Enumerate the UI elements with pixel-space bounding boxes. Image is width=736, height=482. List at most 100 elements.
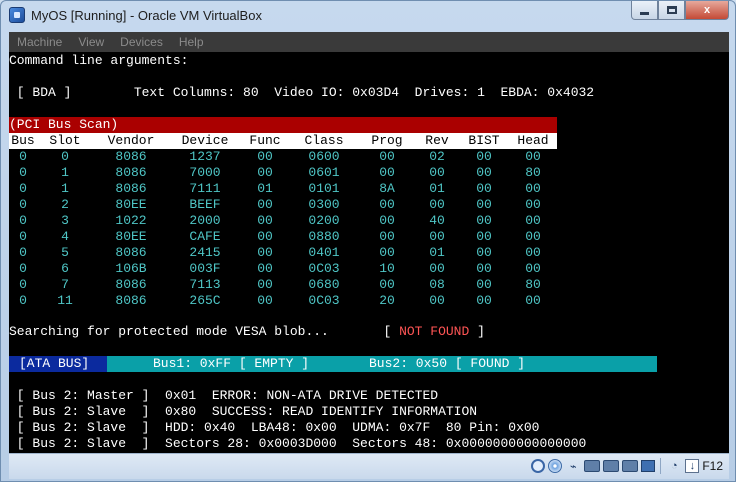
display-icon[interactable] [603,460,620,472]
ata-bus1-status: Bus1: 0xFF [ EMPTY ] [153,356,310,371]
pci-cell: 0680 [308,277,340,292]
vesa-search-line: Searching for protected mode VESA blob..… [9,324,485,340]
pci-cell: 00 [429,293,445,308]
pci-cell: 00 [525,245,541,260]
host-key-arrow-icon[interactable]: ↓ [685,459,700,473]
pci-cell: 80 [525,277,541,292]
vesa-search-text: Searching for protected mode VESA blob..… [9,324,400,339]
pci-cell: 6 [61,261,69,276]
bda-line: [ BDA ] Text Columns: 80 Video IO: 0x03D… [9,85,595,100]
network-icon[interactable] [641,460,656,472]
table-row: 0 11 8086 265C 00 0C03 20 00 00 00 [9,293,557,309]
shared-folders-icon[interactable] [584,460,601,472]
menu-machine[interactable]: Machine [17,35,62,49]
pci-cell: 0101 [308,181,340,196]
pci-cell: 01 [429,181,445,196]
pci-header-row: Bus Slot Vendor Device Func Class Prog R… [9,133,557,149]
pci-cell: 0401 [308,245,340,260]
pci-cell: 00 [379,277,395,292]
ata-bus2-status: Bus2: 0x50 [ FOUND ] [369,356,526,371]
pci-cell: 00 [379,245,395,260]
pci-cell: 00 [257,277,273,292]
menu-help[interactable]: Help [179,35,204,49]
pci-col-class: Class [304,133,344,148]
pci-cell: 11 [57,293,73,308]
pci-cell: 00 [257,261,273,276]
pci-cell: 003F [189,261,221,276]
pci-cell: 80 [525,165,541,180]
minimize-button[interactable] [631,1,658,20]
pci-cell: 00 [257,149,273,164]
pci-cell: 00 [429,229,445,244]
pci-cell: 0 [19,197,27,212]
mouse-integration-icon[interactable]: ◔ [666,458,682,474]
pci-cell: 8A [379,181,395,196]
pci-cell: 265C [189,293,221,308]
pci-cell: 02 [429,149,445,164]
pci-cell: 0 [61,149,69,164]
pci-col-prog: Prog [371,133,403,148]
pci-cell: 00 [257,165,273,180]
pci-cell: 00 [476,181,492,196]
drive-line: [ Bus 2: Slave ] HDD: 0x40 LBA48: 0x00 U… [9,420,540,435]
pci-cell: 0880 [308,229,340,244]
window-controls: x [631,1,729,21]
pci-cell: 00 [525,149,541,164]
pci-cell: 00 [257,213,273,228]
pci-cell: 10 [379,261,395,276]
pci-col-device: Device [181,133,229,148]
pci-cell: 00 [476,197,492,212]
video-capture-icon[interactable] [622,460,639,472]
pci-col-bist: BIST [468,133,500,148]
table-row: 0 4 80EE CAFE 00 0880 00 00 00 00 [9,229,557,245]
menu-bar: Machine View Devices Help [9,32,729,52]
maximize-button[interactable] [658,1,685,20]
pci-cell: 0C03 [308,293,340,308]
pci-scan-title: (PCI Bus Scan) [9,117,119,132]
pci-cell: 00 [476,165,492,180]
pci-cell: 1 [61,165,69,180]
pci-cell: 0 [19,213,27,228]
pci-table: Bus Slot Vendor Device Func Class Prog R… [9,133,557,309]
close-button[interactable]: x [685,1,729,20]
pci-cell: 8086 [115,277,147,292]
pci-cell: 00 [525,229,541,244]
pci-cell: 00 [429,261,445,276]
pci-cell: 8086 [115,245,147,260]
hard-disk-icon[interactable] [531,459,546,473]
pci-cell: 00 [525,261,541,276]
pci-cell: 00 [525,213,541,228]
minimize-icon [640,11,649,15]
pci-cell: 2000 [189,213,221,228]
pci-col-slot: Slot [49,133,81,148]
table-row: 0 6 106B 003F 00 0C03 10 00 00 00 [9,261,557,277]
title-bar[interactable]: MyOS [Running] - Oracle VM VirtualBox x [1,1,735,31]
pci-cell: 3 [61,213,69,228]
pci-cell: 08 [429,277,445,292]
pci-cell: CAFE [189,229,221,244]
table-row: 0 5 8086 2415 00 0401 00 01 00 00 [9,245,557,261]
usb-icon[interactable]: ⌁ [565,458,581,474]
pci-cell: 8086 [115,165,147,180]
pci-cell: 01 [257,181,273,196]
pci-cell: 00 [525,197,541,212]
pci-cell: 0 [19,293,27,308]
menu-view[interactable]: View [78,35,104,49]
pci-col-bus: Bus [11,133,35,148]
pci-col-vendor: Vendor [107,133,155,148]
pci-cell: 0 [19,181,27,196]
pci-cell: 00 [379,149,395,164]
status-icons: ⌁ ◔ ↓ F12 [528,458,723,474]
pci-cell: 0600 [308,149,340,164]
pci-cell: 00 [476,229,492,244]
vesa-close-bracket: ] [469,324,485,339]
table-row: 0 2 80EE BEEF 00 0300 00 00 00 00 [9,197,557,213]
optical-drive-icon[interactable] [548,459,563,473]
menu-devices[interactable]: Devices [120,35,163,49]
table-row: 0 7 8086 7113 00 0680 00 08 00 80 [9,277,557,293]
pci-cell: 01 [429,245,445,260]
pci-cell: 0 [19,245,27,260]
vm-console-screen[interactable]: Command line arguments: [ BDA ] Text Col… [9,52,729,453]
pci-cell: 00 [476,149,492,164]
virtualbox-app-icon[interactable] [9,7,25,23]
